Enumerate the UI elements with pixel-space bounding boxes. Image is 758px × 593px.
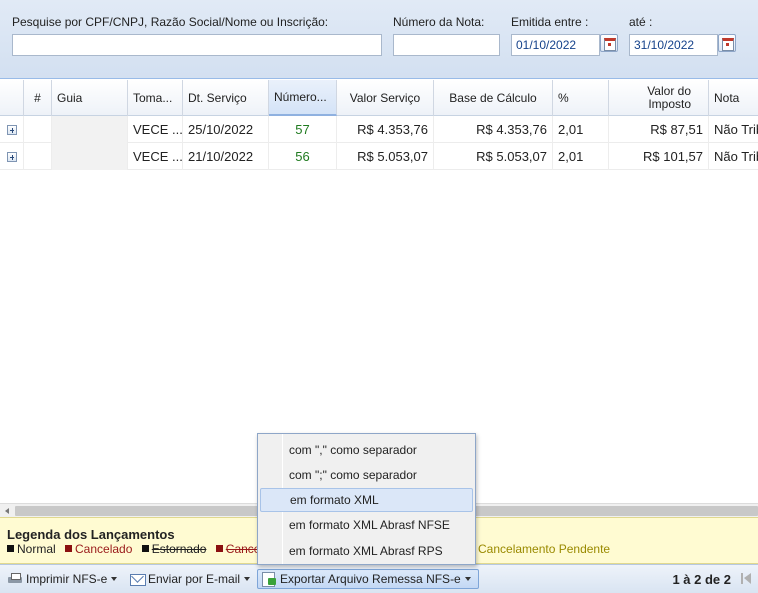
cell-numero: 56 bbox=[269, 143, 337, 170]
menu-item-xml[interactable]: em formato XML bbox=[260, 488, 473, 512]
emitida-calendar-icon[interactable] bbox=[600, 34, 618, 52]
square-icon bbox=[215, 545, 223, 552]
cell-valor-servico: R$ 5.053,07 bbox=[337, 143, 434, 170]
ate-calendar-icon[interactable] bbox=[718, 34, 736, 52]
legend-cancelado-substituido: Cance bbox=[215, 542, 261, 556]
cell-base-calculo: R$ 4.353,76 bbox=[434, 116, 553, 143]
cell-dt-servico: 25/10/2022 bbox=[183, 116, 269, 143]
cell-nota: Não Trib bbox=[714, 122, 758, 137]
bottom-toolbar: Imprimir NFS-e Enviar por E-mail Exporta… bbox=[0, 564, 758, 593]
col-index[interactable]: # bbox=[24, 80, 52, 116]
search-input[interactable] bbox=[12, 34, 382, 56]
envelope-icon bbox=[129, 572, 146, 586]
chevron-down-icon bbox=[464, 577, 471, 581]
col-numero[interactable]: Número... bbox=[269, 80, 337, 116]
legend-cancelado: Cancelado bbox=[65, 542, 132, 556]
legend-normal-label: Normal bbox=[17, 542, 56, 556]
cell-base-calculo: R$ 5.053,07 bbox=[434, 143, 553, 170]
print-nfse-button[interactable]: Imprimir NFS-e bbox=[4, 569, 120, 589]
col-tomador[interactable]: Toma... bbox=[128, 80, 183, 116]
legend-estornado-label: Estornado bbox=[151, 542, 207, 556]
first-page-icon[interactable] bbox=[740, 573, 752, 584]
cell-valor-imposto: R$ 87,51 bbox=[609, 116, 709, 143]
col-percent[interactable]: % bbox=[553, 80, 609, 116]
square-icon bbox=[7, 545, 14, 552]
menu-item-xml-abrasf-rps[interactable]: em formato XML Abrasf RPS bbox=[260, 539, 473, 563]
nota-input[interactable] bbox=[393, 34, 500, 56]
expand-plus-icon[interactable] bbox=[6, 124, 17, 135]
col-dt-servico[interactable]: Dt. Serviço bbox=[183, 80, 269, 116]
export-remessa-button[interactable]: Exportar Arquivo Remessa NFS-e bbox=[257, 569, 479, 589]
cell-tomador: VECE ... bbox=[128, 116, 183, 143]
printer-icon bbox=[7, 572, 23, 586]
emitida-label: Emitida entre : bbox=[511, 15, 589, 29]
cell-percent: 2,01 bbox=[553, 143, 609, 170]
menu-item-csv-semicolon[interactable]: com ";" como separador bbox=[260, 463, 473, 487]
legend-cancel-sub-label: Cance bbox=[225, 542, 261, 556]
send-email-label: Enviar por E-mail bbox=[148, 572, 241, 586]
table-row[interactable]: VECE ... 21/10/2022 56 R$ 5.053,07 R$ 5.… bbox=[0, 143, 758, 170]
search-label: Pesquise por CPF/CNPJ, Razão Social/Nome… bbox=[12, 15, 329, 29]
cell-valor-imposto: R$ 101,57 bbox=[609, 143, 709, 170]
chevron-down-icon bbox=[244, 577, 251, 581]
col-guia[interactable]: Guia bbox=[52, 80, 128, 116]
col-nota[interactable]: Nota bbox=[709, 80, 758, 116]
pager-info: 1 à 2 de 2 bbox=[672, 572, 731, 587]
ate-label: até : bbox=[629, 15, 653, 29]
cell-nota: Não Trib bbox=[714, 149, 758, 164]
expand-plus-icon[interactable] bbox=[6, 151, 17, 162]
cell-valor-servico: R$ 4.353,76 bbox=[337, 116, 434, 143]
cell-tomador: VECE ... bbox=[128, 143, 183, 170]
legend-estornado: Estornado bbox=[141, 542, 207, 556]
legend-title: Legenda dos Lançamentos bbox=[7, 527, 175, 542]
nota-label: Número da Nota: bbox=[393, 15, 485, 29]
row-expander[interactable] bbox=[0, 116, 24, 143]
emitida-date-input[interactable]: 01/10/2022 bbox=[511, 34, 600, 56]
scroll-left-icon[interactable] bbox=[1, 505, 13, 517]
chevron-down-icon bbox=[111, 577, 118, 581]
export-file-icon bbox=[261, 572, 277, 587]
grid-header: # Guia Toma... Dt. Serviço Número... Val… bbox=[0, 80, 758, 116]
print-nfse-label: Imprimir NFS-e bbox=[26, 572, 108, 586]
table-row[interactable]: VECE ... 25/10/2022 57 R$ 4.353,76 R$ 4.… bbox=[0, 116, 758, 143]
cell-guia bbox=[52, 116, 128, 143]
cell-percent: 2,01 bbox=[553, 116, 609, 143]
col-expander[interactable] bbox=[0, 80, 24, 116]
send-email-button[interactable]: Enviar por E-mail bbox=[126, 569, 253, 589]
legend-items: Normal Cancelado Estornado Cance bbox=[7, 542, 266, 556]
menu-item-xml-abrasf-nfse[interactable]: em formato XML Abrasf NFSE bbox=[260, 513, 473, 537]
cell-numero: 57 bbox=[269, 116, 337, 143]
square-icon bbox=[65, 545, 73, 552]
col-valor-imposto[interactable]: Valor do Imposto bbox=[609, 80, 709, 116]
filter-panel: Pesquise por CPF/CNPJ, Razão Social/Nome… bbox=[0, 0, 758, 79]
col-valor-servico[interactable]: Valor Serviço bbox=[337, 80, 434, 116]
legend-cancelamento-pendente: Cancelamento Pendente bbox=[478, 542, 611, 556]
export-dropdown-menu: com "," como separador com ";" como sepa… bbox=[257, 433, 476, 565]
row-expander[interactable] bbox=[0, 143, 24, 170]
cell-dt-servico: 21/10/2022 bbox=[183, 143, 269, 170]
menu-item-csv-comma[interactable]: com "," como separador bbox=[260, 438, 473, 462]
col-base-calculo[interactable]: Base de Cálculo bbox=[434, 80, 553, 116]
cell-guia bbox=[52, 143, 128, 170]
square-icon bbox=[141, 545, 149, 552]
ate-date-input[interactable]: 31/10/2022 bbox=[629, 34, 718, 56]
legend-normal: Normal bbox=[7, 542, 56, 556]
export-remessa-label: Exportar Arquivo Remessa NFS-e bbox=[280, 572, 461, 586]
legend-cancelado-label: Cancelado bbox=[75, 542, 133, 556]
cell-index bbox=[24, 116, 52, 143]
cell-index bbox=[24, 143, 52, 170]
